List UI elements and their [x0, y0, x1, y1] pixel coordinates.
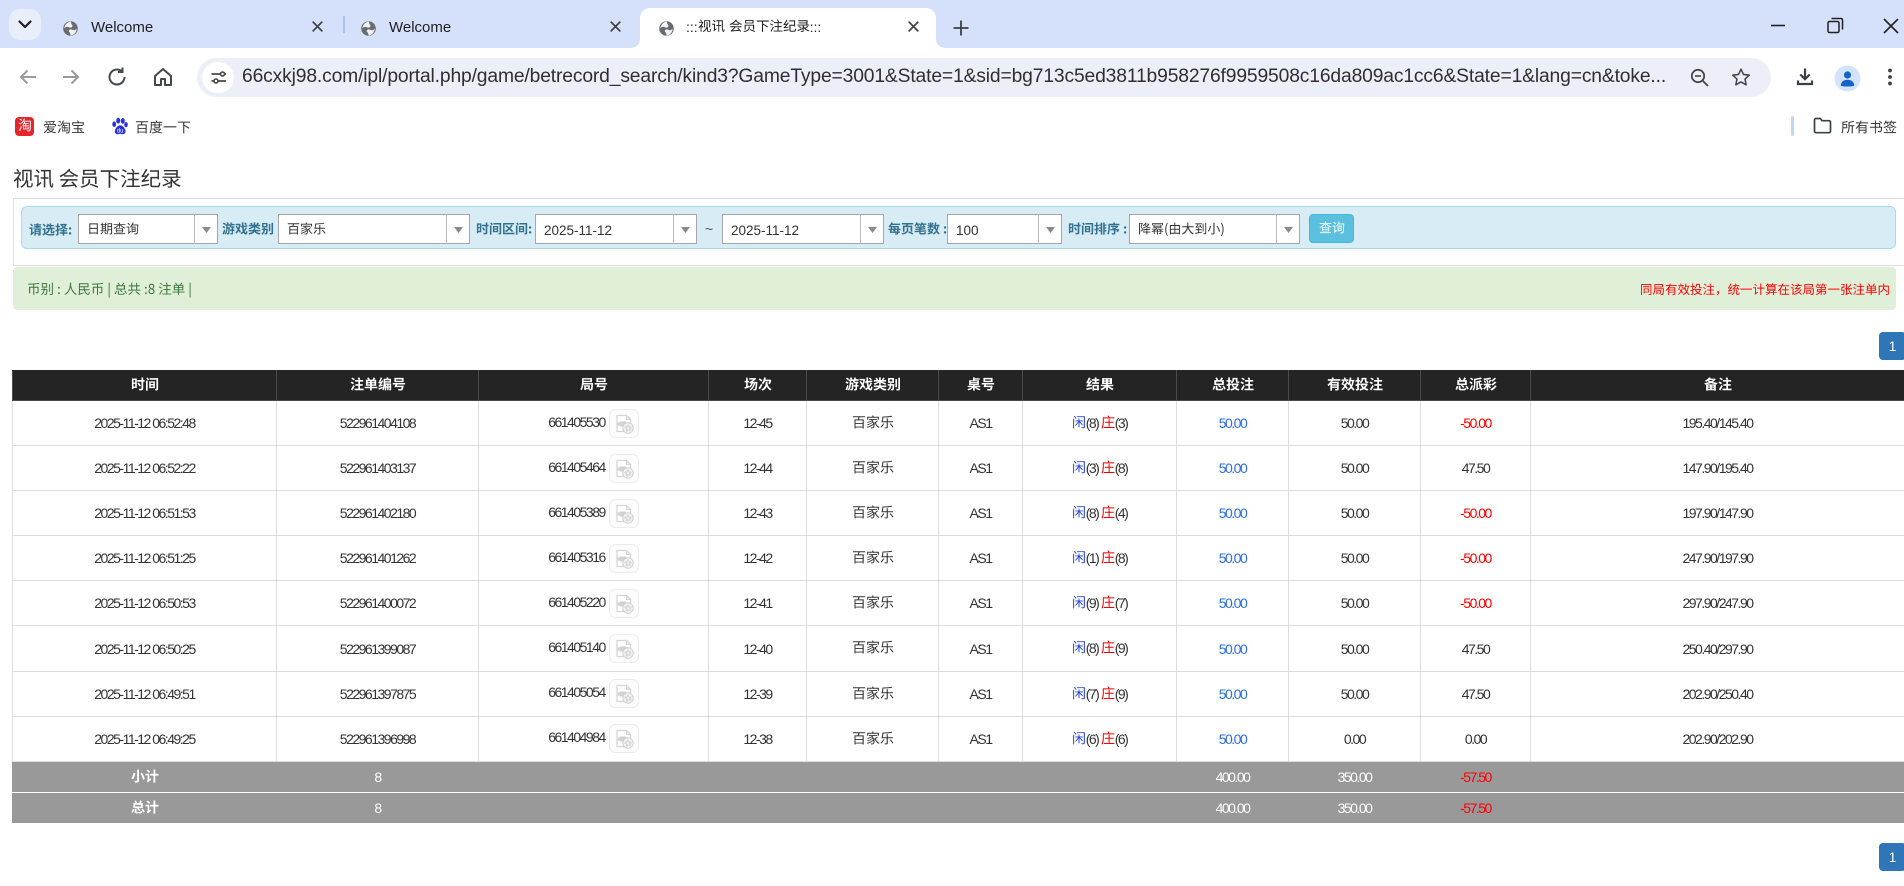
svg-text:du: du	[117, 128, 124, 134]
